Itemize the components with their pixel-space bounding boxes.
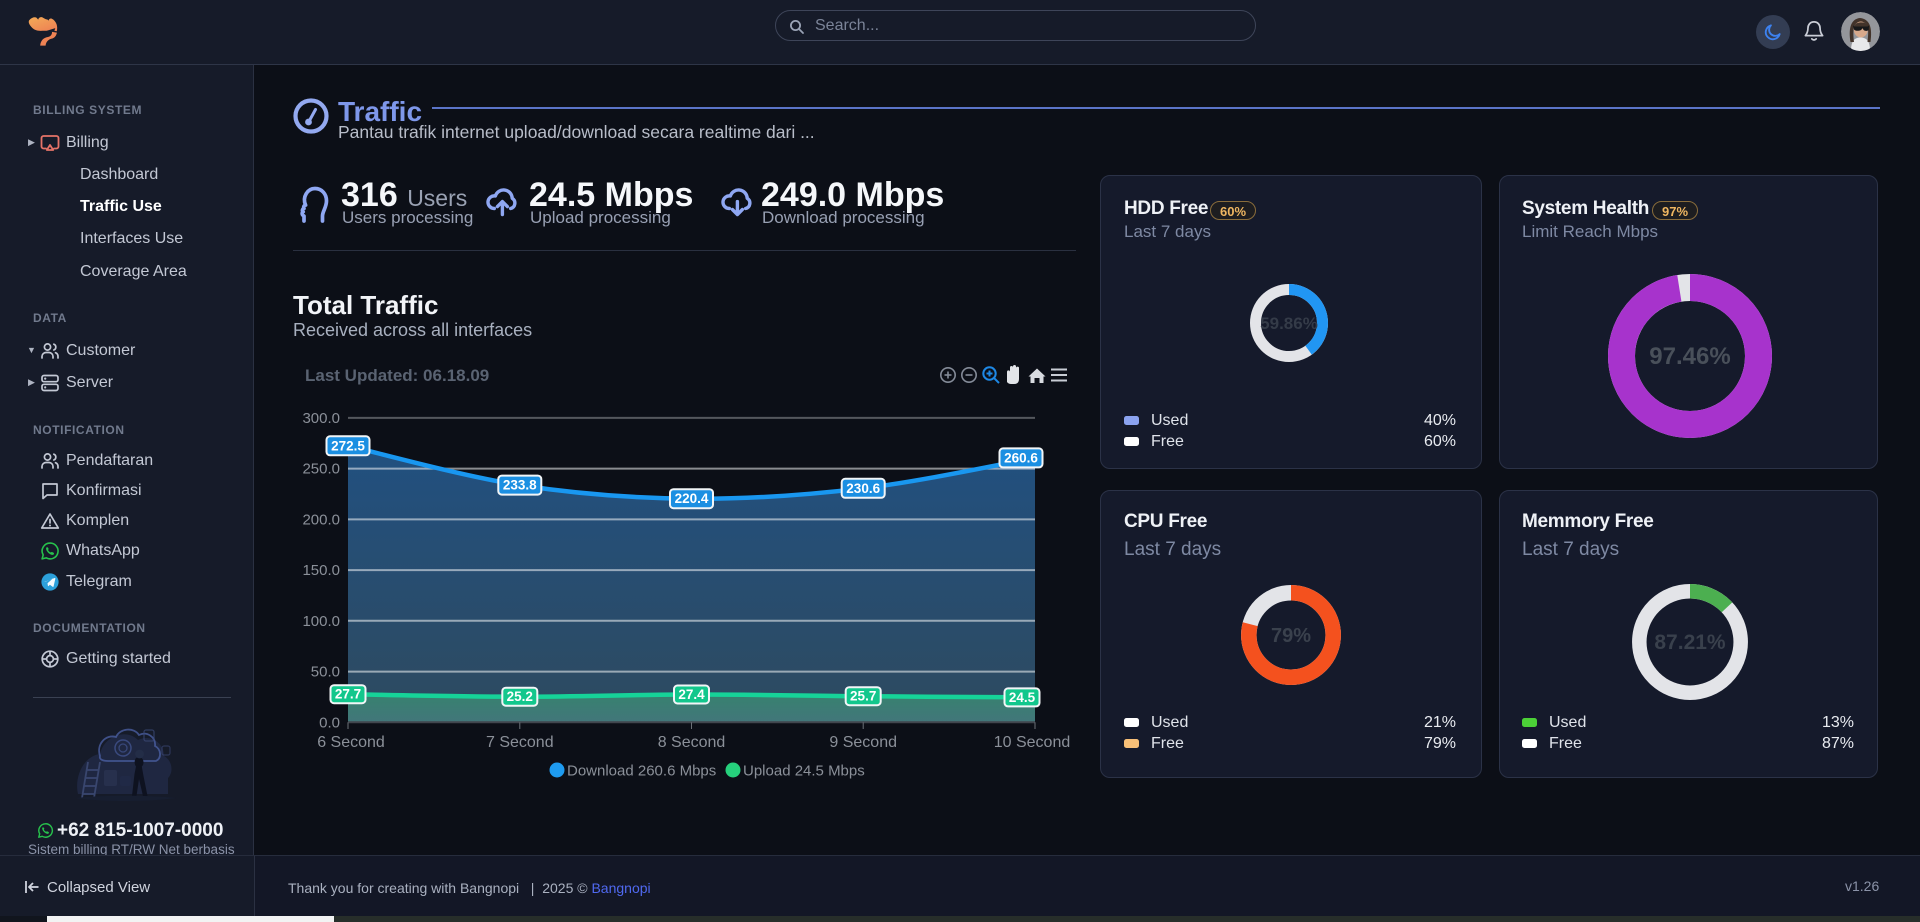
- svg-text:8 Second: 8 Second: [658, 734, 726, 751]
- svg-text:150.0: 150.0: [302, 562, 340, 579]
- svg-text:27.4: 27.4: [678, 687, 705, 702]
- svg-text:10 Second: 10 Second: [994, 734, 1071, 751]
- svg-text:24.5: 24.5: [1009, 690, 1036, 705]
- svg-text:220.4: 220.4: [675, 491, 709, 506]
- svg-text:79%: 79%: [1271, 625, 1311, 647]
- svg-text:59.86%: 59.86%: [1260, 314, 1318, 333]
- svg-text:0.0: 0.0: [319, 714, 340, 731]
- svg-text:100.0: 100.0: [302, 613, 340, 630]
- svg-text:97.46%: 97.46%: [1649, 343, 1730, 370]
- svg-text:300.0: 300.0: [302, 410, 340, 427]
- svg-text:Download 260.6 Mbps: Download 260.6 Mbps: [567, 763, 716, 780]
- svg-text:87.21%: 87.21%: [1654, 631, 1726, 654]
- svg-text:230.6: 230.6: [846, 481, 880, 496]
- svg-text:9 Second: 9 Second: [829, 734, 897, 751]
- svg-text:260.6: 260.6: [1004, 450, 1038, 465]
- svg-text:233.8: 233.8: [503, 478, 537, 493]
- svg-text:Upload 24.5 Mbps: Upload 24.5 Mbps: [743, 763, 865, 780]
- svg-text:7 Second: 7 Second: [486, 734, 554, 751]
- svg-text:25.2: 25.2: [507, 689, 533, 704]
- svg-text:250.0: 250.0: [302, 461, 340, 478]
- svg-text:27.7: 27.7: [335, 687, 361, 702]
- svg-text:272.5: 272.5: [331, 438, 365, 453]
- svg-text:200.0: 200.0: [302, 511, 340, 528]
- svg-text:25.7: 25.7: [850, 689, 876, 704]
- svg-text:6 Second: 6 Second: [317, 734, 385, 751]
- svg-text:50.0: 50.0: [311, 664, 340, 681]
